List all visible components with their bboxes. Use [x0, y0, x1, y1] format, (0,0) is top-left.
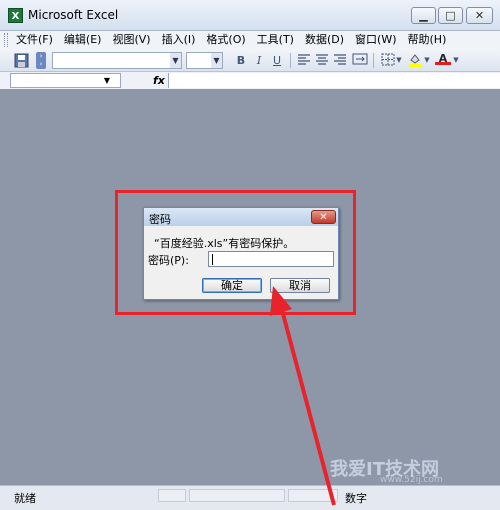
menu-file[interactable]: 文件(F) [16, 33, 53, 47]
dialog-message: “百度经验.xls”有密码保护。 [154, 237, 295, 250]
password-label: 密码(P): [148, 254, 189, 267]
dialog-close-button[interactable]: ✕ [311, 210, 336, 224]
status-bar: 就绪 数字 [0, 485, 500, 510]
text-caret [212, 254, 213, 265]
menu-items: 文件(F) 编辑(E) 视图(V) 插入(I) 格式(O) 工具(T) 数据(D… [16, 33, 457, 47]
menu-insert[interactable]: 插入(I) [162, 33, 196, 47]
toolbar-separator [373, 53, 374, 68]
title-bar: X Microsoft Excel ▁ □ ✕ [0, 0, 500, 31]
menu-view[interactable]: 视图(V) [112, 33, 150, 47]
password-input[interactable] [208, 251, 334, 267]
cancel-button[interactable]: 取消 [270, 278, 330, 293]
font-color-dropdown-icon[interactable]: ▼ [452, 53, 460, 68]
formula-bar: ▼ fx [0, 72, 500, 89]
menu-edit[interactable]: 编辑(E) [64, 33, 102, 47]
align-right-icon[interactable] [332, 53, 348, 68]
menu-data[interactable]: 数据(D) [305, 33, 344, 47]
excel-app-icon: X [8, 8, 23, 23]
password-dialog: 密码 ✕ “百度经验.xls”有密码保护。 密码(P): 确定 取消 [143, 207, 339, 300]
name-box-dropdown-icon[interactable]: ▼ [102, 74, 112, 87]
minimize-button[interactable]: ▁ [411, 7, 436, 24]
menu-window[interactable]: 窗口(W) [355, 33, 396, 47]
font-name-select[interactable] [52, 52, 182, 69]
merge-center-icon[interactable] [352, 53, 368, 68]
fill-color-dropdown-icon[interactable]: ▼ [423, 53, 431, 68]
close-icon: ✕ [319, 212, 328, 223]
borders-icon[interactable] [380, 53, 396, 68]
insert-function-icon[interactable]: fx [153, 74, 165, 87]
menu-grip-handle[interactable] [4, 33, 8, 47]
font-size-dropdown-icon[interactable]: ▼ [211, 53, 222, 68]
menu-bar: 文件(F) 编辑(E) 视图(V) 插入(I) 格式(O) 工具(T) 数据(D… [0, 31, 500, 49]
borders-dropdown-icon[interactable]: ▼ [395, 53, 403, 68]
underline-button[interactable]: U [269, 53, 285, 68]
dialog-title: 密码 [149, 213, 171, 226]
align-center-icon[interactable] [314, 53, 330, 68]
formatting-toolbar: › › ▼ ▼ B I U ▼ ▼ A ▼ [0, 49, 500, 72]
maximize-icon: □ [445, 9, 456, 22]
minimize-icon: ▁ [419, 9, 428, 22]
toolbar-options-chevron-icon[interactable]: › › [36, 52, 46, 69]
formula-input[interactable] [168, 73, 500, 88]
status-panel [158, 489, 186, 502]
window-title: Microsoft Excel [28, 8, 119, 22]
dialog-title-bar[interactable]: 密码 ✕ [144, 208, 338, 226]
status-panel [189, 489, 285, 502]
menu-format[interactable]: 格式(O) [206, 33, 245, 47]
menu-tools[interactable]: 工具(T) [257, 33, 294, 47]
font-color-button[interactable]: A [435, 53, 451, 65]
bold-button[interactable]: B [233, 53, 249, 68]
status-panel [288, 489, 338, 502]
italic-button[interactable]: I [251, 53, 267, 68]
watermark-url: www.52ij.com [380, 475, 443, 485]
status-mode-text: 数字 [345, 492, 367, 505]
save-icon[interactable] [14, 53, 30, 68]
close-icon: ✕ [474, 9, 485, 22]
menu-help[interactable]: 帮助(H) [408, 33, 447, 47]
maximize-button[interactable]: □ [438, 7, 463, 24]
status-ready-text: 就绪 [14, 492, 36, 505]
fill-color-icon[interactable] [407, 53, 423, 68]
toolbar-separator [290, 53, 291, 68]
font-name-dropdown-icon[interactable]: ▼ [170, 53, 181, 68]
close-button[interactable]: ✕ [466, 7, 493, 24]
align-left-icon[interactable] [296, 53, 312, 68]
ok-button[interactable]: 确定 [202, 278, 262, 293]
